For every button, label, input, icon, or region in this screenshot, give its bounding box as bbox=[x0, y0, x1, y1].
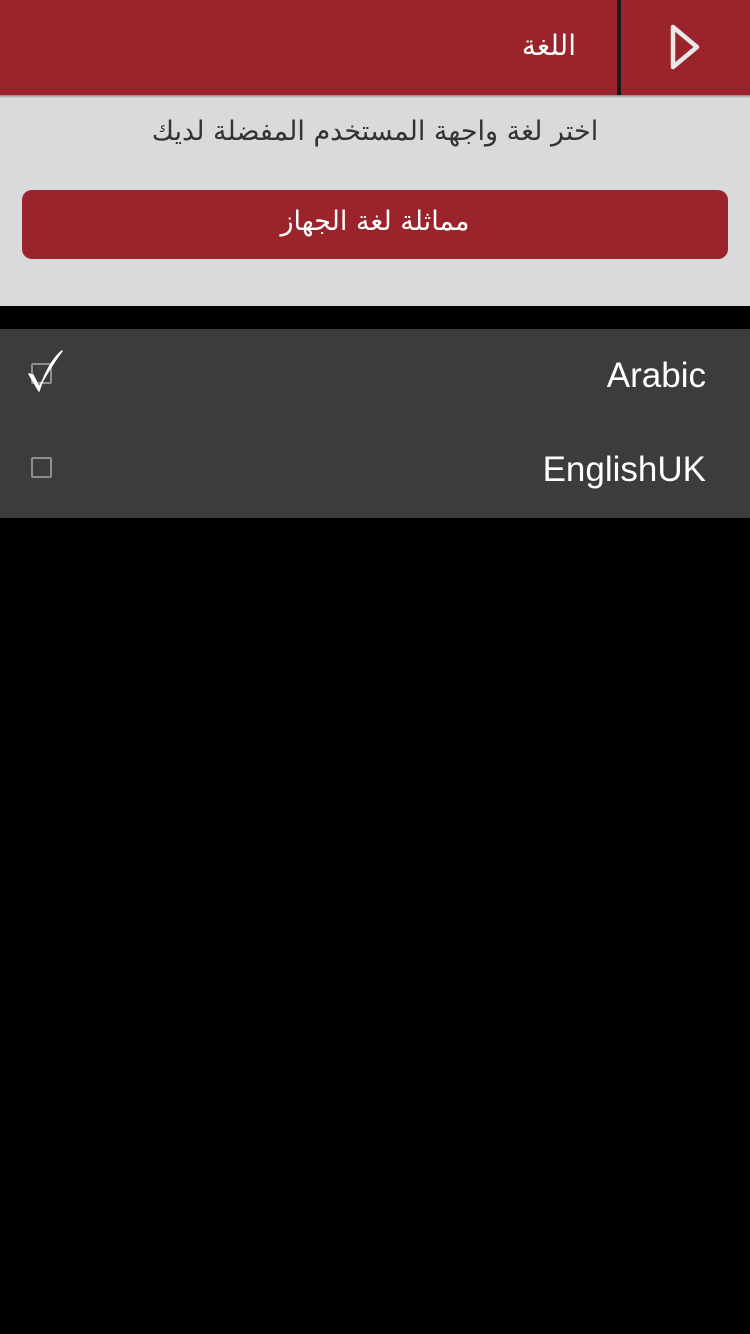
language-label: EnglishUK bbox=[542, 450, 706, 489]
page-title: اللغة bbox=[521, 29, 576, 62]
header-bar: اللغة bbox=[0, 0, 750, 95]
checkbox[interactable] bbox=[31, 457, 52, 478]
language-label: Arabic bbox=[606, 356, 706, 395]
language-preference-panel: اختر لغة واجهة المستخدم المفضلة لديك مما… bbox=[0, 98, 750, 306]
chevron-right-icon bbox=[670, 24, 700, 70]
checkmark-icon bbox=[28, 350, 63, 392]
language-list: Arabic EnglishUK bbox=[0, 329, 750, 518]
language-settings-screen: اللغة اختر لغة واجهة المستخدم المفضلة لد… bbox=[0, 0, 750, 1334]
match-device-language-button[interactable]: مماثلة لغة الجهاز bbox=[22, 190, 728, 259]
back-button[interactable] bbox=[621, 0, 750, 95]
language-item-english-uk[interactable]: EnglishUK bbox=[0, 423, 750, 517]
language-item-arabic[interactable]: Arabic bbox=[0, 329, 750, 423]
language-prompt: اختر لغة واجهة المستخدم المفضلة لديك bbox=[151, 116, 599, 147]
